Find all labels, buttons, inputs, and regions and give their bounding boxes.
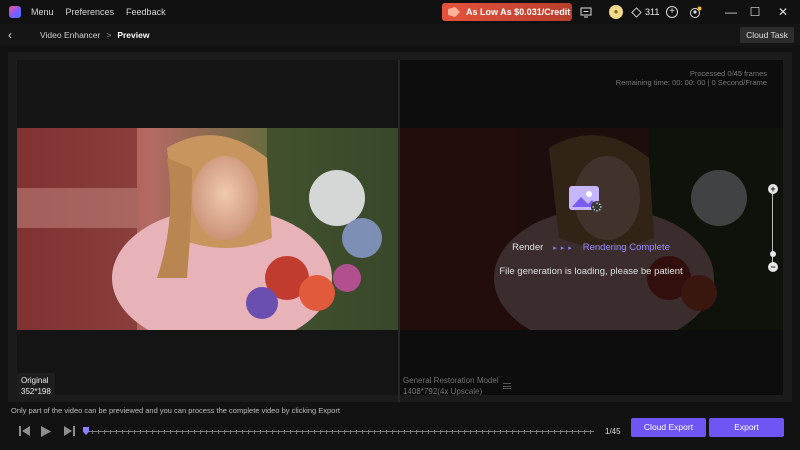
original-label: Original — [21, 376, 49, 385]
export-button[interactable]: Export — [709, 418, 784, 437]
original-resolution: 352*198 — [21, 387, 51, 396]
zoom-slider[interactable]: + − — [768, 184, 778, 272]
frame-counter: 1/45 — [605, 427, 621, 436]
prev-frame-icon[interactable] — [17, 426, 31, 440]
render-complete-status: Rendering Complete — [582, 242, 670, 253]
back-icon[interactable]: ‹ — [8, 28, 28, 42]
remaining-time: Remaining time: 00: 00: 00 | 0 Second/Fr… — [615, 78, 767, 87]
breadcrumb-separator: > — [106, 30, 112, 40]
coin-icon[interactable]: ● — [609, 5, 623, 19]
preferences-button[interactable]: Preferences — [66, 7, 115, 17]
player-controls: 1/45 Cloud Export Export — [0, 418, 800, 450]
timeline-scrubber[interactable] — [83, 427, 594, 435]
breadcrumb-current: Preview — [117, 30, 150, 40]
zoom-out-button[interactable]: − — [768, 262, 778, 272]
credits-display[interactable]: 311 — [631, 5, 660, 19]
zoom-knob[interactable] — [770, 251, 776, 257]
next-frame-icon[interactable] — [62, 426, 76, 440]
output-resolution: 1408*792(4x Upscale) — [403, 387, 483, 396]
promo-banner[interactable]: As Low As $0.031/Credit — [442, 3, 572, 21]
original-resolution-badge: Original 352*198 — [17, 373, 55, 399]
close-button[interactable]: ✕ — [770, 3, 796, 21]
avatar-crown-icon[interactable] — [688, 5, 702, 19]
feedback-button[interactable]: Feedback — [126, 7, 166, 17]
preview-hint: Only part of the video can be previewed … — [11, 406, 340, 415]
model-name: General Restoration Model — [403, 376, 499, 385]
processed-frames: Processed 0/45 frames — [689, 69, 767, 78]
processing-progress: Processed 0/45 frames Remaining time: 00… — [616, 69, 767, 87]
output-model-info: General Restoration Model 1408*792(4x Up… — [403, 375, 499, 397]
maximize-button[interactable]: ☐ — [742, 3, 768, 21]
image-icon — [569, 186, 603, 214]
app-logo-icon — [9, 6, 21, 18]
play-icon[interactable] — [39, 426, 53, 440]
plus-circle-icon: + — [666, 6, 678, 18]
add-credits-button[interactable]: + — [665, 5, 679, 19]
breadcrumb-parent[interactable]: Video Enhancer — [40, 30, 100, 40]
progress-arrows-icon: ▸ ▸ ▸ — [553, 244, 573, 252]
model-menu-icon[interactable] — [503, 383, 511, 389]
original-video-frame — [17, 128, 399, 330]
screen-icon[interactable] — [579, 5, 593, 19]
tag-icon — [448, 7, 460, 17]
render-label: Render — [512, 242, 544, 253]
render-status: Render ▸ ▸ ▸ Rendering Complete — [399, 242, 783, 253]
diamond-icon — [631, 6, 642, 18]
menu-button[interactable]: Menu — [31, 7, 54, 17]
timeline-track[interactable] — [86, 431, 594, 432]
cloud-task-button[interactable]: Cloud Task — [740, 27, 794, 43]
enhanced-video-frame — [399, 128, 783, 330]
credits-count: 311 — [645, 7, 660, 17]
breadcrumb: ‹ Video Enhancer > Preview Cloud Task — [0, 24, 800, 46]
cloud-export-button[interactable]: Cloud Export — [631, 418, 706, 437]
compare-divider[interactable] — [398, 60, 400, 402]
zoom-in-button[interactable]: + — [768, 184, 778, 194]
minimize-button[interactable]: — — [718, 3, 744, 21]
promo-text: As Low As $0.031/Credit — [466, 7, 571, 17]
title-bar: Menu Preferences Feedback As Low As $0.0… — [0, 0, 800, 24]
loading-message: File generation is loading, please be pa… — [499, 266, 683, 277]
